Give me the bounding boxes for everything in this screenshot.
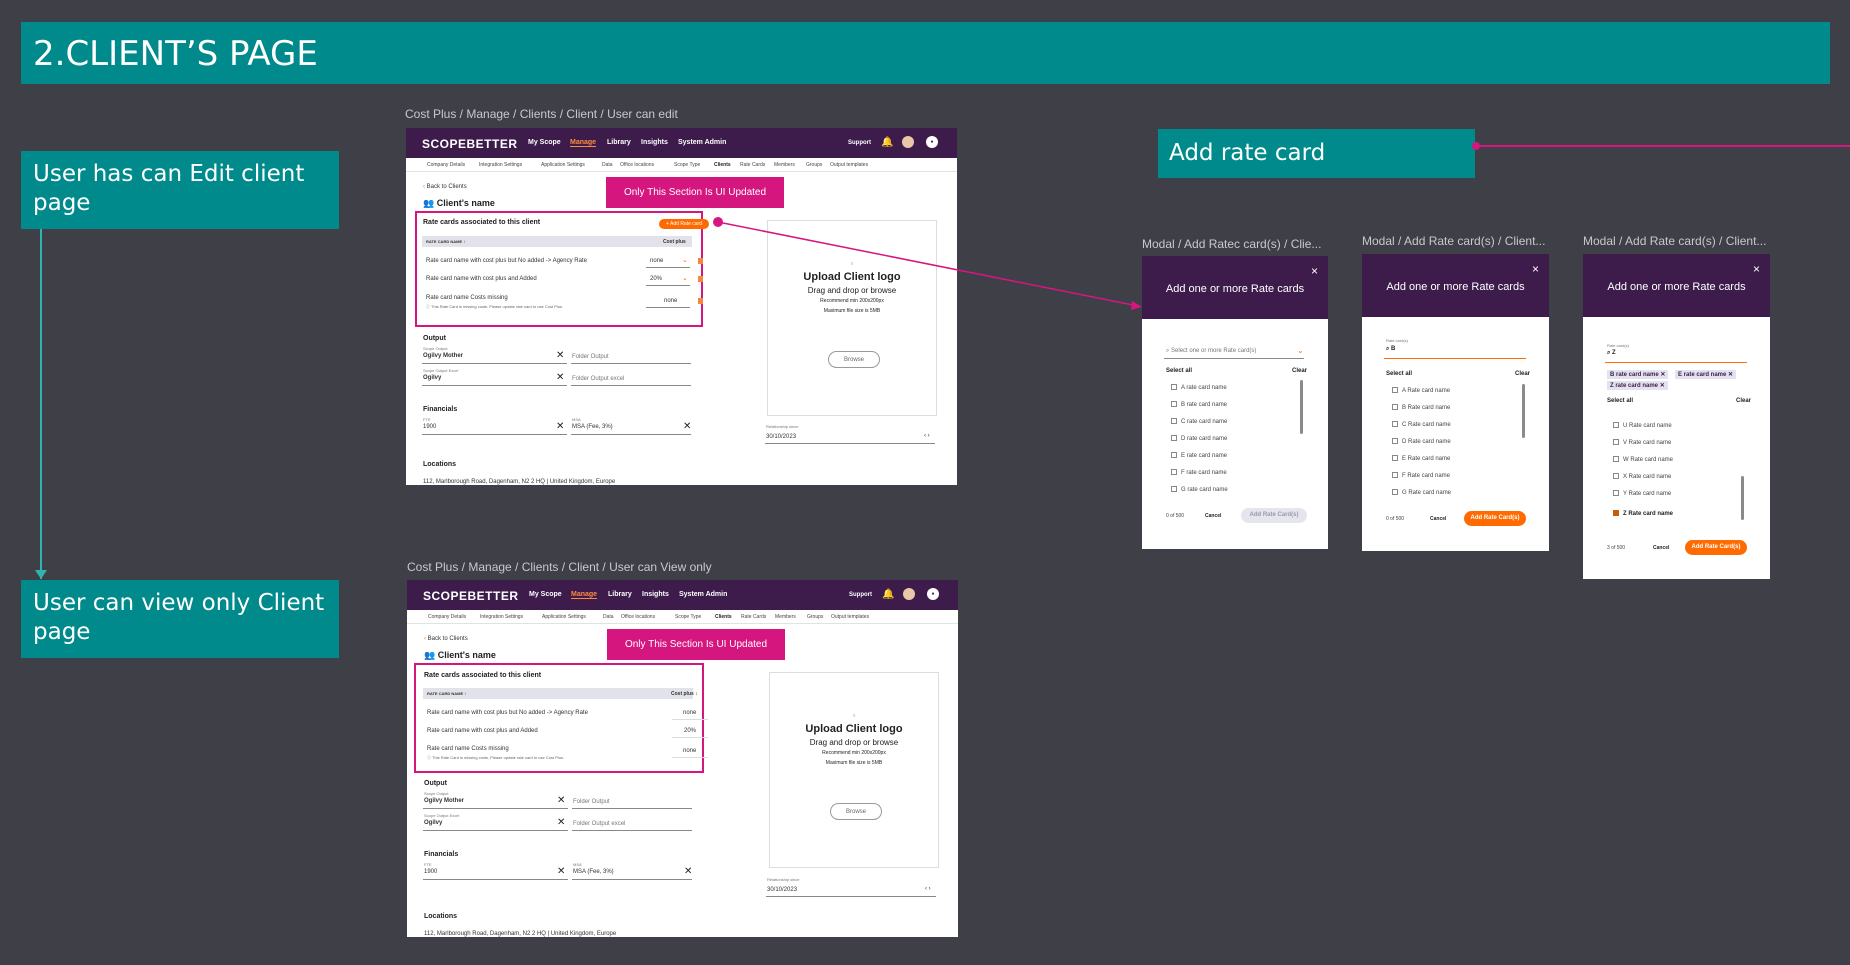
list-item[interactable]: U Rate card name (1613, 422, 1672, 429)
list-item[interactable]: D Rate card name (1392, 438, 1451, 445)
close-icon[interactable]: × (1311, 264, 1318, 278)
list-item[interactable]: C rate card name (1171, 418, 1227, 425)
list-item[interactable]: G rate card name (1171, 486, 1228, 493)
list-item[interactable]: A Rate card name (1392, 387, 1450, 394)
list-item[interactable]: F Rate card name (1392, 472, 1450, 479)
modal-title: Add one or more Rate cards (1386, 281, 1525, 293)
select-all[interactable]: Select all (1166, 368, 1192, 374)
clear-link[interactable]: Clear (1515, 371, 1530, 377)
list-item[interactable]: B Rate card name (1392, 404, 1450, 411)
cancel-button[interactable]: Cancel (1430, 516, 1446, 522)
rate-card-field-label: Rate card(s) (1607, 343, 1630, 348)
select-underline (1164, 358, 1304, 359)
add-rate-card-modal-empty: × Add one or more Rate cards ⌕ Select on… (1142, 256, 1328, 549)
select-all[interactable]: Select all (1607, 398, 1633, 404)
clear-link[interactable]: Clear (1292, 368, 1307, 374)
rate-card-field-label: Rate card(s) (1386, 338, 1409, 343)
clear-link[interactable]: Clear (1736, 398, 1751, 404)
add-rate-card-modal-selected: × Add one or more Rate cards Rate card(s… (1583, 254, 1770, 579)
modal-title: Add one or more Rate cards (1607, 281, 1746, 293)
list-item[interactable]: E Rate card name (1392, 455, 1450, 462)
close-icon[interactable]: × (1532, 262, 1539, 276)
modal-header: × Add one or more Rate cards (1583, 254, 1770, 317)
scrollbar[interactable] (1741, 476, 1744, 520)
scrollbar[interactable] (1300, 380, 1303, 434)
rate-card-search[interactable]: ⌕ B (1386, 346, 1395, 353)
search-query: Z (1612, 350, 1616, 356)
rate-card-search[interactable]: ⌕ Z (1607, 350, 1616, 357)
modal-header: × Add one or more Rate cards (1142, 256, 1328, 319)
close-icon[interactable]: × (1753, 262, 1760, 276)
add-rate-card-modal-search: × Add one or more Rate cards Rate card(s… (1362, 254, 1549, 551)
modal-header: × Add one or more Rate cards (1362, 254, 1549, 317)
list-item[interactable]: E rate card name (1171, 452, 1227, 459)
list-item[interactable]: V Rate card name (1613, 439, 1671, 446)
selection-count: 0 of 500 (1166, 513, 1185, 519)
connector-arrow (713, 217, 1142, 310)
list-item[interactable]: D rate card name (1171, 435, 1227, 442)
cancel-button[interactable]: Cancel (1205, 513, 1221, 519)
list-item[interactable]: F rate card name (1171, 469, 1227, 476)
scrollbar[interactable] (1522, 384, 1525, 438)
rate-card-select[interactable]: ⌕ Select one or more Rate card(s) (1166, 348, 1256, 355)
chevron-down-icon[interactable]: ⌄ (1297, 346, 1304, 355)
list-item[interactable]: G Rate card name (1392, 489, 1451, 496)
add-rate-cards-button[interactable]: Add Rate Card(s) (1685, 540, 1747, 555)
search-underline (1384, 358, 1526, 359)
list-item-selected[interactable]: Z Rate card name (1613, 510, 1673, 517)
list-item[interactable]: W Rate card name (1613, 456, 1673, 463)
list-item[interactable]: B rate card name (1171, 401, 1227, 408)
search-query: B (1391, 346, 1396, 352)
selection-count: 0 of 500 (1386, 516, 1405, 522)
list-item[interactable]: X Rate card name (1613, 473, 1671, 480)
selected-chip[interactable]: E rate card name ✕ (1675, 370, 1737, 379)
search-underline (1605, 362, 1747, 363)
select-placeholder: Select one or more Rate card(s) (1171, 348, 1257, 354)
selected-chip[interactable]: B rate card name ✕ (1607, 370, 1669, 379)
selected-chip[interactable]: Z rate card name ✕ (1607, 381, 1668, 390)
list-item[interactable]: C Rate card name (1392, 421, 1451, 428)
cancel-button[interactable]: Cancel (1653, 545, 1669, 551)
modal-title: Add one or more Rate cards (1165, 283, 1305, 295)
list-item[interactable]: A rate card name (1171, 384, 1227, 391)
selection-count: 3 of 500 (1607, 545, 1626, 551)
select-all[interactable]: Select all (1386, 371, 1412, 377)
add-rate-cards-button[interactable]: Add Rate Card(s) (1241, 508, 1307, 523)
add-rate-cards-button[interactable]: Add Rate Card(s) (1464, 511, 1526, 526)
list-item[interactable]: Y Rate card name (1613, 490, 1671, 497)
